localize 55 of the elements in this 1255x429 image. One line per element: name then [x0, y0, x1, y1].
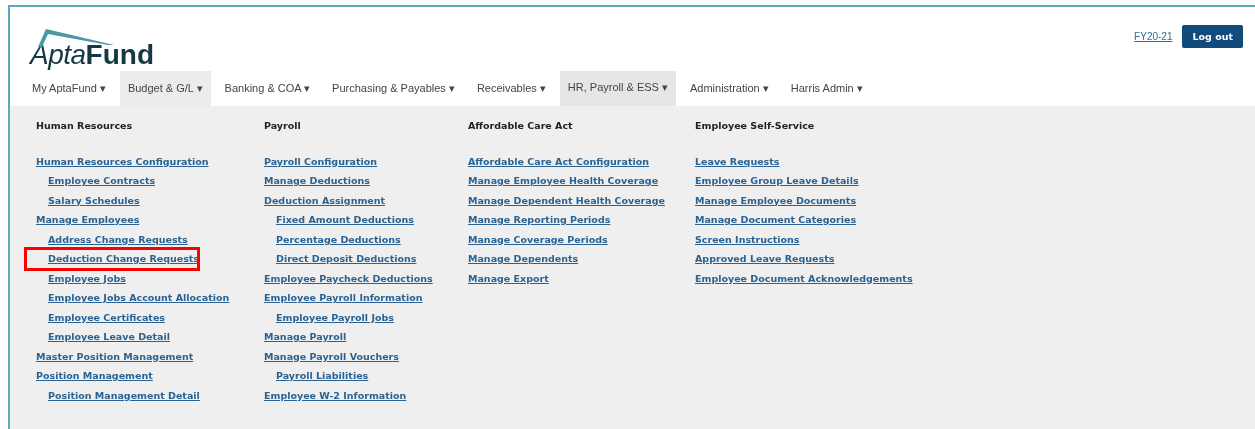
menu-link[interactable]: Employee Payroll Information: [264, 288, 468, 308]
menu-heading: Human Resources: [36, 120, 134, 133]
menu-link[interactable]: Master Position Management: [36, 346, 264, 366]
menu-link[interactable]: Affordable Care Act Configuration: [468, 151, 695, 171]
menu-link[interactable]: Employee Leave Detail: [36, 327, 264, 347]
nav-tab[interactable]: Harris Admin ▾: [782, 71, 871, 106]
nav-tab[interactable]: Banking & COA ▾: [216, 71, 319, 106]
menu-link[interactable]: Employee Jobs Account Allocation: [36, 288, 264, 308]
menu-link[interactable]: Manage Employee Documents: [695, 190, 1255, 210]
menu-heading: Affordable Care Act: [468, 120, 574, 133]
menu-link[interactable]: Direct Deposit Deductions: [264, 249, 468, 269]
menu-link[interactable]: Employee W-2 Information: [264, 385, 468, 405]
aptafund-logo: AptaFund: [30, 27, 155, 71]
menu-link[interactable]: Employee Document Acknowledgements: [695, 268, 1255, 288]
menu-link[interactable]: Employee Jobs: [36, 268, 264, 288]
menu-link[interactable]: Manage Deductions: [264, 171, 468, 191]
menu-link[interactable]: Employee Contracts: [36, 171, 264, 191]
menu-link[interactable]: Manage Payroll Vouchers: [264, 346, 468, 366]
nav-tab[interactable]: My AptaFund ▾: [24, 71, 114, 106]
menu-link[interactable]: Human Resources Configuration: [36, 151, 264, 171]
menu-link[interactable]: Manage Document Categories: [695, 210, 1255, 230]
menu-heading: Payroll: [264, 120, 302, 133]
menu-link[interactable]: Deduction Assignment: [264, 190, 468, 210]
menu-link[interactable]: Salary Schedules: [36, 190, 264, 210]
menu-link[interactable]: Manage Coverage Periods: [468, 229, 695, 249]
menu-link[interactable]: Deduction Change Requests: [26, 249, 198, 269]
nav-tab[interactable]: Budget & G/L ▾: [119, 71, 211, 106]
menu-link[interactable]: Position Management: [36, 366, 264, 386]
logout-button[interactable]: Log out: [1182, 25, 1243, 48]
menu-link[interactable]: Employee Certificates: [36, 307, 264, 327]
menu-link[interactable]: Manage Dependents: [468, 249, 695, 269]
menu-link[interactable]: Manage Export: [468, 268, 695, 288]
menu-link[interactable]: Address Change Requests: [36, 229, 264, 249]
nav-tab[interactable]: Purchasing & Payables ▾: [324, 71, 463, 106]
menu-link[interactable]: Employee Payroll Jobs: [264, 307, 468, 327]
nav-tab[interactable]: Administration ▾: [682, 71, 777, 106]
menu-link[interactable]: Employee Paycheck Deductions: [264, 268, 468, 288]
menu-link[interactable]: Manage Reporting Periods: [468, 210, 695, 230]
menu-link[interactable]: Leave Requests: [695, 151, 1255, 171]
menu-link[interactable]: Approved Leave Requests: [695, 249, 1255, 269]
menu-heading: Employee Self-Service: [695, 120, 816, 133]
menu-link[interactable]: Employee Group Leave Details: [695, 171, 1255, 191]
menu-link[interactable]: Manage Dependent Health Coverage: [468, 190, 695, 210]
fiscal-year-link[interactable]: FY20-21: [1134, 31, 1173, 42]
menu-link[interactable]: Percentage Deductions: [264, 229, 468, 249]
menu-link[interactable]: Screen Instructions: [695, 229, 1255, 249]
menu-link[interactable]: Position Management Detail: [36, 385, 264, 405]
menu-link[interactable]: Fixed Amount Deductions: [264, 210, 468, 230]
menu-link[interactable]: Payroll Configuration: [264, 151, 468, 171]
nav-tab[interactable]: Receivables ▾: [468, 71, 554, 106]
menu-link[interactable]: Manage Employees: [36, 210, 264, 230]
menu-link[interactable]: Manage Payroll: [264, 327, 468, 347]
nav-tab[interactable]: HR, Payroll & ESS ▾: [559, 71, 676, 106]
menu-link[interactable]: Manage Employee Health Coverage: [468, 171, 695, 191]
menu-link[interactable]: Payroll Liabilities: [264, 366, 468, 386]
